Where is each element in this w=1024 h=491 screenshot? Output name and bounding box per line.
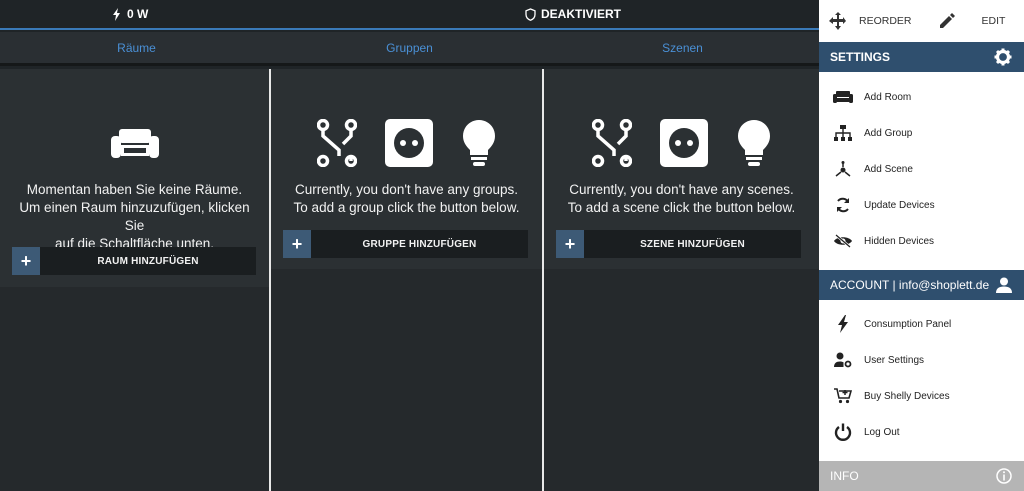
account-header: ACCOUNT | info@shoplett.de — [819, 270, 1024, 300]
menu-item-buy-devices[interactable]: Buy Shelly Devices — [819, 378, 1024, 414]
menu-item-hidden-devices[interactable]: Hidden Devices — [819, 223, 1024, 259]
refresh-icon — [833, 195, 853, 215]
power-indicator: 0 W — [112, 7, 148, 21]
content-columns: Momentan haben Sie keine Räume. Um einen… — [0, 69, 819, 491]
rooms-empty-message: Momentan haben Sie keine Räume. Um einen… — [19, 182, 250, 251]
plus-icon: + — [556, 230, 584, 258]
cart-icon — [833, 386, 853, 406]
info-icon — [996, 468, 1012, 484]
power-value: 0 W — [127, 7, 149, 21]
add-room-button[interactable]: + RAUM HINZUFÜGEN — [12, 247, 256, 275]
socket-icon — [659, 119, 708, 167]
menu-item-add-room[interactable]: Add Room — [819, 79, 1024, 115]
status-bar: 0 W DEAKTIVIERT — [0, 0, 819, 30]
menu-item-add-scene[interactable]: Add Scene — [819, 151, 1024, 187]
menu-item-log-out[interactable]: Log Out — [819, 414, 1024, 450]
sofa-icon — [833, 87, 853, 107]
add-group-button[interactable]: + GRUPPE HINZUFÜGEN — [283, 230, 528, 258]
menu-item-consumption-panel[interactable]: Consumption Panel — [819, 306, 1024, 342]
info-header[interactable]: INFO — [819, 461, 1024, 491]
relay-icon — [316, 119, 357, 167]
plus-icon: + — [12, 247, 40, 275]
rooms-column: Momentan haben Sie keine Räume. Um einen… — [0, 69, 269, 491]
lightning-icon — [113, 7, 120, 21]
menu-item-update-devices[interactable]: Update Devices — [819, 187, 1024, 223]
eye-slash-icon — [833, 231, 853, 251]
main-tabs: Räume Gruppen Szenen — [0, 32, 819, 66]
scene-icon — [833, 159, 853, 179]
panel-toolbar: REORDER EDIT — [819, 0, 1024, 42]
socket-icon — [384, 119, 433, 167]
pencil-icon — [939, 13, 955, 28]
user-icon[interactable] — [996, 277, 1012, 293]
groups-empty-message: Currently, you don't have any groups. To… — [293, 182, 520, 215]
settings-header: SETTINGS — [819, 42, 1024, 72]
tab-groups[interactable]: Gruppen — [273, 32, 546, 63]
user-gear-icon — [833, 350, 853, 370]
move-icon — [829, 12, 846, 30]
power-icon — [833, 422, 853, 442]
reorder-button[interactable]: REORDER — [829, 12, 912, 30]
tab-scenes[interactable]: Szenen — [546, 32, 819, 63]
tab-rooms[interactable]: Räume — [0, 32, 273, 63]
scenes-empty-message: Currently, you don't have any scenes. To… — [567, 182, 796, 215]
sitemap-icon — [833, 123, 853, 143]
side-menu: REORDER EDIT SETTINGS Add Room Add Group… — [819, 0, 1024, 491]
relay-icon — [591, 119, 632, 167]
bulb-icon — [737, 120, 770, 166]
lightning-icon — [833, 314, 853, 334]
menu-item-user-settings[interactable]: User Settings — [819, 342, 1024, 378]
shield-icon — [525, 7, 536, 21]
edit-button[interactable]: EDIT — [938, 12, 1005, 30]
bulb-icon — [462, 120, 495, 166]
plus-icon: + — [283, 230, 311, 258]
sofa-icon — [110, 129, 159, 158]
add-scene-button[interactable]: + SZENE HINZUFÜGEN — [556, 230, 801, 258]
alarm-label: DEAKTIVIERT — [541, 7, 622, 21]
gear-icon[interactable] — [994, 48, 1012, 66]
menu-item-add-group[interactable]: Add Group — [819, 115, 1024, 151]
scenes-column: Currently, you don't have any scenes. To… — [542, 69, 819, 491]
alarm-status[interactable]: DEAKTIVIERT — [525, 7, 621, 21]
groups-column: Currently, you don't have any groups. To… — [269, 69, 542, 491]
